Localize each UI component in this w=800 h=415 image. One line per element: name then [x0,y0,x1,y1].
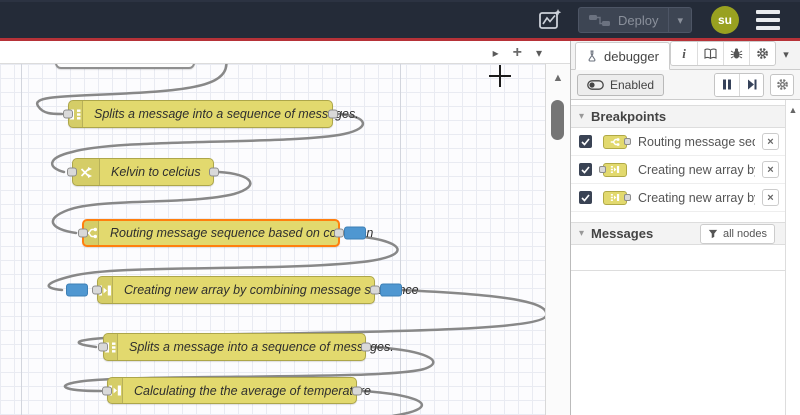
debug-step-group [714,72,764,97]
node-label: Splits a message into a sequence of mess… [94,107,359,121]
main-area: ▸ + ▾ Splits a message into a sequence o… [0,41,800,415]
breakpoints-title: Breakpoints [591,109,667,124]
filter-funnel-icon [708,229,718,238]
canvas-scrollbar[interactable]: ▲ [545,64,570,415]
sidebar: debugger i ▾ Enabled ▾ Breakpoints Routi… [570,41,800,415]
output-stub [624,194,631,201]
output-port[interactable] [209,167,219,177]
breakpoint-row[interactable]: Creating new array by combini × [571,184,785,212]
node-red-app: Deploy ▾ su ▸ + ▾ Splits a message into … [0,0,800,415]
help-book-icon[interactable] [697,42,723,65]
step-forward-icon[interactable] [739,73,763,96]
change-icon [73,159,100,185]
node-switch-routing[interactable]: Routing message sequence based on condit… [78,219,373,247]
breakpoint-label: Routing message sequence ba [638,134,755,149]
collapse-chevron-icon[interactable]: ▾ [579,228,584,239]
main-menu-icon[interactable] [754,8,782,32]
remove-breakpoint-icon[interactable]: × [762,189,779,206]
breakpoint-checkbox[interactable] [579,191,592,204]
debugger-settings-gear-icon[interactable] [770,73,794,96]
breakpoint-checkbox[interactable] [579,163,592,176]
output-port[interactable] [361,342,371,352]
output-port[interactable] [328,109,338,119]
node-split-2[interactable]: Splits a message into a sequence of mess… [98,333,394,361]
collapse-chevron-icon[interactable]: ▾ [579,111,584,122]
remove-breakpoint-icon[interactable]: × [762,161,779,178]
header: Deploy ▾ su [0,0,800,38]
messages-title: Messages [591,226,654,241]
sidebar-icon-group: i [670,41,776,66]
input-port[interactable] [98,342,108,352]
gear-icon[interactable] [749,42,775,65]
remove-breakpoint-icon[interactable]: × [762,133,779,150]
filter-label: all nodes [722,227,767,240]
node-label: Calculating the the average of temperatu… [134,383,371,398]
debugger-content: ▾ Breakpoints Routing message sequence b… [571,100,785,415]
add-flow-icon[interactable]: + [513,44,522,61]
output-port[interactable] [370,285,380,295]
breakpoints-section-header[interactable]: ▾ Breakpoints [571,105,785,128]
tab-debugger[interactable]: debugger [575,42,670,70]
breakpoint-row[interactable]: Creating new array by combini × [571,156,785,184]
deploy-button[interactable]: Deploy ▾ [578,7,692,33]
breakpoint-badge-output[interactable] [380,283,402,297]
breakpoint-badge-input[interactable] [66,283,88,297]
join-node-mini-icon [603,190,631,205]
tab-list-icon[interactable]: ▾ [536,47,542,59]
scroll-up-icon[interactable]: ▲ [786,100,800,115]
node-label: Kelvin to celcius [111,165,201,179]
output-port[interactable] [352,386,362,395]
tab-controls: ▸ + ▾ [493,41,542,64]
pause-icon[interactable] [715,73,739,96]
messages-section-header[interactable]: ▾ Messages all nodes [571,222,785,245]
input-port[interactable] [102,386,112,395]
export-image-icon-svg [539,9,562,29]
flask-icon [588,50,596,62]
toggle-on-icon [587,79,604,90]
breakpoint-row[interactable]: Routing message sequence ba × [571,128,785,156]
debugger-enabled-toggle[interactable]: Enabled [577,73,665,96]
info-icon[interactable]: i [671,42,697,65]
flow-tabbar: ▸ + ▾ [0,41,570,64]
node-split-1[interactable]: Splits a message into a sequence of mess… [63,100,359,128]
message-filter-button[interactable]: all nodes [699,223,775,244]
deploy-node-icon [589,14,610,26]
flow-canvas[interactable]: Splits a message into a sequence of mess… [0,64,545,415]
input-port[interactable] [63,109,73,119]
scroll-up-icon[interactable]: ▲ [546,64,570,84]
node-join-average[interactable]: Calculating the the average of temperatu… [102,377,371,404]
sidebar-scrollbar[interactable]: ▲ [785,100,800,415]
debugger-panel: ▾ Breakpoints Routing message sequence b… [571,100,800,415]
deploy-caret-icon[interactable]: ▾ [669,14,691,27]
partial-node[interactable] [55,64,195,69]
deploy-label: Deploy [618,12,659,28]
tab-scroll-right-icon[interactable]: ▸ [493,47,499,59]
sidebar-menu-caret-icon[interactable]: ▾ [776,43,796,66]
switch-node-mini-icon [603,134,631,149]
breakpoint-checkbox[interactable] [579,135,592,148]
input-port[interactable] [67,167,77,177]
workspace: ▸ + ▾ Splits a message into a sequence o… [0,41,570,415]
join-node-mini-icon [599,162,627,177]
user-avatar[interactable]: su [711,6,739,34]
debugger-toolbar: Enabled [571,70,800,100]
node-join-array[interactable]: Creating new array by combining message … [66,276,419,304]
export-image-icon[interactable] [537,7,563,33]
node-change-kelvin[interactable]: Kelvin to celcius [67,158,219,186]
messages-empty-row [571,245,785,271]
breakpoint-badge-output[interactable] [344,226,366,240]
bug-icon[interactable] [723,42,749,65]
canvas-scrollbar-thumb[interactable] [551,100,564,140]
output-port[interactable] [334,228,344,238]
input-port[interactable] [92,285,102,295]
breakpoint-label: Creating new array by combini [638,190,755,205]
enabled-label: Enabled [610,77,655,92]
breakpoint-label: Creating new array by combini [638,162,755,177]
sidebar-tabbar: debugger i ▾ [571,41,800,70]
output-stub [624,138,631,145]
tab-debugger-label: debugger [604,48,659,64]
input-stub [599,166,606,173]
input-port[interactable] [78,228,88,238]
